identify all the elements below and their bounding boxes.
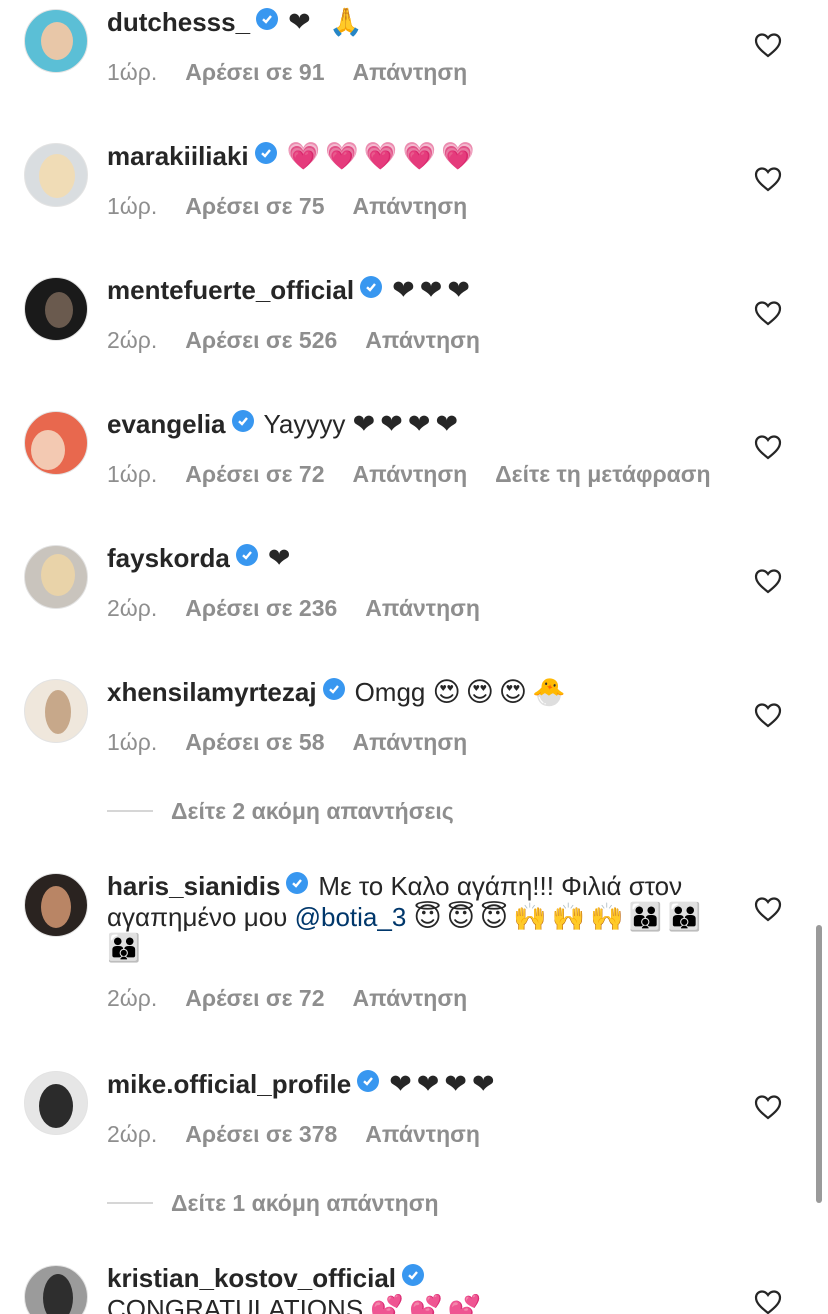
heart-outline-icon[interactable] (754, 300, 782, 326)
heart-outline-icon[interactable] (754, 434, 782, 460)
comment-meta: 2ώρ. Αρέσει σε 236 Απάντηση (107, 595, 508, 622)
verified-badge-icon (254, 142, 277, 164)
likes-count-link[interactable]: Αρέσει σε 236 (185, 595, 337, 621)
heart-outline-icon[interactable] (754, 32, 782, 58)
heart-outline-icon[interactable] (754, 702, 782, 728)
comment-time: 1ώρ. (107, 729, 158, 755)
comment-meta: 2ώρ. Αρέσει σε 378 Απάντηση (107, 1121, 508, 1148)
reply-link[interactable]: Απάντηση (353, 729, 468, 755)
comment-emoji: ❤❤❤❤ (352, 409, 464, 440)
verified-badge-icon (322, 678, 345, 700)
avatar[interactable] (24, 1265, 88, 1314)
comment-username[interactable]: dutchesss_ (107, 7, 250, 37)
verified-badge-icon (360, 276, 383, 298)
comment-username[interactable]: kristian_kostov_official (107, 1263, 396, 1293)
reply-link[interactable]: Απάντηση (365, 1121, 480, 1147)
comment-emoji: 💗💗💗💗💗 (286, 141, 480, 172)
likes-count-link[interactable]: Αρέσει σε 72 (185, 985, 324, 1011)
reply-link[interactable]: Απάντηση (365, 595, 480, 621)
view-more-replies-button[interactable]: Δείτε 1 ακόμη απάντηση (107, 1190, 439, 1220)
heart-outline-icon[interactable] (754, 1289, 782, 1314)
mention-link[interactable]: @botia_3 (295, 902, 407, 932)
comment-username[interactable]: evangelia (107, 409, 226, 439)
avatar[interactable] (24, 411, 88, 475)
comment-time: 2ώρ. (107, 1121, 158, 1147)
heart-outline-icon[interactable] (754, 1094, 782, 1120)
comment-text: CONGRATULATIONS (107, 1294, 364, 1314)
reply-link[interactable]: Απάντηση (365, 327, 480, 353)
likes-count-link[interactable]: Αρέσει σε 526 (185, 327, 337, 353)
comment-text: Yayyyy (263, 409, 346, 439)
comment-emoji: 💕💕💕 (370, 1294, 487, 1314)
translate-link[interactable]: Δείτε τη μετάφραση (495, 461, 710, 487)
likes-count-link[interactable]: Αρέσει σε 75 (185, 193, 324, 219)
comment-username[interactable]: fayskorda (107, 543, 230, 573)
reply-link[interactable]: Απάντηση (353, 461, 468, 487)
comment-time: 1ώρ. (107, 461, 158, 487)
avatar[interactable] (24, 9, 88, 73)
avatar[interactable] (24, 143, 88, 207)
comment-username[interactable]: xhensilamyrtezaj (107, 677, 317, 707)
verified-badge-icon (286, 872, 309, 894)
scrollbar[interactable] (816, 925, 822, 1203)
view-more-replies-label: Δείτε 2 ακόμη απαντήσεις (171, 798, 454, 824)
likes-count-link[interactable]: Αρέσει σε 91 (185, 59, 324, 85)
comment-emoji: ❤❤❤❤ (389, 1069, 500, 1100)
comment-emoji: ❤ (267, 543, 296, 574)
comment-username[interactable]: marakiiliaki (107, 141, 249, 171)
verified-badge-icon (402, 1264, 424, 1286)
comment-emoji: ❤❤❤ (392, 275, 475, 306)
comment-time: 1ώρ. (107, 193, 158, 219)
comment-time: 2ώρ. (107, 985, 158, 1011)
avatar[interactable] (24, 873, 88, 937)
comment-meta: 1ώρ. Αρέσει σε 58 Απάντηση (107, 729, 495, 756)
heart-outline-icon[interactable] (754, 896, 782, 922)
verified-badge-icon (231, 410, 254, 432)
likes-count-link[interactable]: Αρέσει σε 58 (185, 729, 324, 755)
divider (107, 810, 153, 812)
comment-item: kristian_kostov_official CONGRATULATIONS … (0, 1256, 828, 1314)
comment-meta: 1ώρ. Αρέσει σε 91 Απάντηση (107, 59, 495, 86)
likes-count-link[interactable]: Αρέσει σε 378 (185, 1121, 337, 1147)
reply-link[interactable]: Απάντηση (353, 985, 468, 1011)
reply-link[interactable]: Απάντηση (353, 193, 468, 219)
comment-time: 1ώρ. (107, 59, 158, 85)
comment-text: Omgg (354, 677, 426, 707)
verified-badge-icon (357, 1070, 380, 1092)
avatar[interactable] (24, 545, 88, 609)
avatar[interactable] (24, 679, 88, 743)
comment-time: 2ώρ. (107, 327, 158, 353)
heart-outline-icon[interactable] (754, 166, 782, 192)
likes-count-link[interactable]: Αρέσει σε 72 (185, 461, 324, 487)
heart-outline-icon[interactable] (754, 568, 782, 594)
avatar[interactable] (24, 1071, 88, 1135)
verified-badge-icon (235, 544, 258, 566)
comment-meta: 2ώρ. Αρέσει σε 72 Απάντηση (107, 985, 495, 1012)
comment-username[interactable]: mike.official_profile (107, 1069, 351, 1099)
comment-emoji: ❤ 🙏 (288, 7, 368, 38)
view-more-replies-button[interactable]: Δείτε 2 ακόμη απαντήσεις (107, 798, 454, 828)
verified-badge-icon (256, 8, 279, 30)
avatar[interactable] (24, 277, 88, 341)
comment-meta: 1ώρ. Αρέσει σε 72 Απάντηση Δείτε τη μετάφρα… (107, 461, 711, 488)
reply-link[interactable]: Απάντηση (353, 59, 468, 85)
comment-username[interactable]: mentefuerte_official (107, 275, 354, 305)
view-more-replies-label: Δείτε 1 ακόμη απάντηση (171, 1190, 439, 1216)
divider (107, 1202, 153, 1204)
comment-username[interactable]: haris_sianidis (107, 871, 280, 901)
comment-time: 2ώρ. (107, 595, 158, 621)
comment-meta: 1ώρ. Αρέσει σε 75 Απάντηση (107, 193, 495, 220)
comment-emoji: 😍😍😍🐣 (432, 677, 571, 708)
comment-meta: 2ώρ. Αρέσει σε 526 Απάντηση (107, 327, 508, 354)
